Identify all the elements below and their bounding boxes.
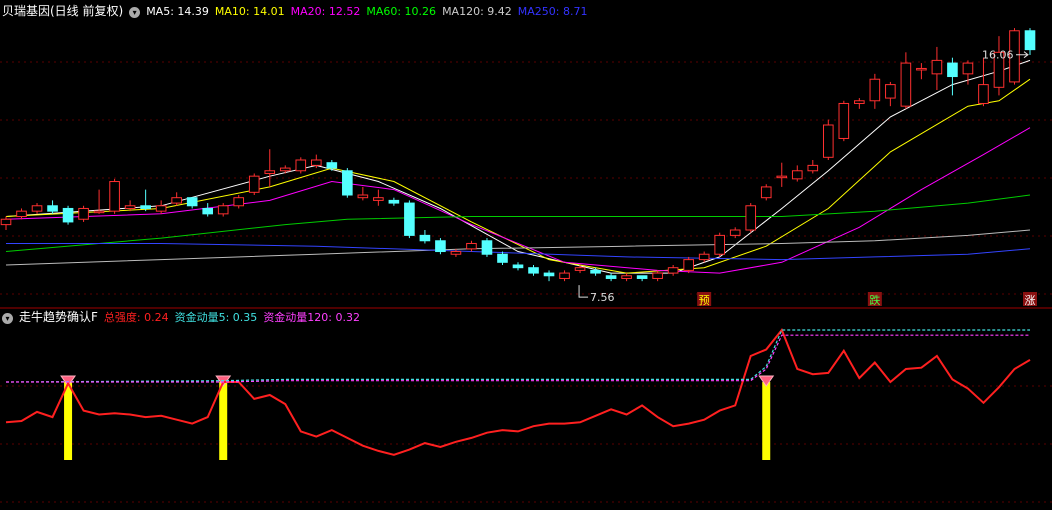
candle-41: [636, 275, 648, 282]
main-panel-header: 贝瑞基因(日线 前复权) ▾ MA5: 14.39 MA10: 14.01 MA20: …: [2, 1, 600, 21]
candle-2: [31, 203, 43, 214]
candle-59: [916, 63, 927, 80]
candle-13: [202, 203, 214, 217]
chart-grid: [0, 61, 1052, 503]
candle-58: [900, 52, 912, 109]
candle-54: [838, 100, 850, 142]
sub-panel-title: 走牛趋势确认F: [19, 310, 98, 324]
signal-badge-1: 跌: [867, 292, 882, 307]
candle-27: [419, 230, 431, 244]
candle-19: [295, 157, 307, 174]
candle-24: [373, 189, 384, 206]
high-price-label: 16.06: [982, 49, 1014, 62]
candle-46: [714, 232, 726, 257]
svg-text:跌: 跌: [869, 293, 880, 307]
ma-legend-4: MA120: 9.42: [442, 5, 512, 18]
indicator-line-1: [5, 329, 1030, 383]
candle-60: [931, 46, 943, 90]
candle-5: [78, 205, 89, 222]
low-price-label: 7.56: [590, 291, 615, 304]
price-annotations: 16.06 7.56 预 跌 涨: [578, 49, 1037, 307]
panel-menu-icon[interactable]: ▾: [129, 6, 141, 18]
ma-legend: MA5: 14.39 MA10: 14.01 MA20: 12.52 MA60: 10…: [146, 5, 593, 18]
candle-3: [47, 200, 58, 214]
low-arrow-icon: [578, 285, 589, 298]
candle-53: [822, 119, 834, 160]
indicator-line-2: [6, 334, 1030, 383]
candle-64: [993, 36, 1005, 96]
candle-29: [450, 248, 462, 257]
main-panel-title: 贝瑞基因(日线 前复权): [2, 4, 124, 18]
candle-56: [869, 73, 881, 109]
candle-10: [155, 200, 167, 214]
candle-4: [62, 205, 74, 225]
signal-bar-2: [758, 375, 775, 460]
ma-legend-2: MA20: 12.52: [290, 5, 361, 18]
candle-51: [791, 165, 803, 182]
candle-36: [559, 270, 570, 282]
candle-40: [621, 273, 632, 282]
candle-23: [357, 186, 369, 201]
signal-bar-0: [60, 375, 77, 460]
ind-legend-2: 资金动量120: 0.32: [263, 311, 361, 324]
signal-badge-2: 涨: [1023, 292, 1037, 307]
candle-48: [745, 203, 757, 233]
ma-line-ma10: [5, 78, 1031, 274]
stock-chart: 16.06 7.56 预 跌 涨: [0, 28, 1052, 503]
candle-26: [404, 200, 415, 239]
sub-panel-menu-icon[interactable]: ▾: [2, 312, 13, 324]
candle-22: [342, 168, 353, 198]
svg-text:预: 预: [699, 294, 710, 307]
ind-legend-1: 资金动量5: 0.35: [174, 311, 258, 324]
indicator-line-0: [5, 328, 1031, 456]
candle-25: [388, 197, 400, 206]
candle-9: [140, 189, 151, 212]
ma-legend-3: MA60: 10.26: [366, 5, 437, 18]
candle-28: [435, 238, 446, 255]
ma-legend-0: MA5: 14.39: [146, 5, 209, 18]
candle-50: [776, 162, 788, 187]
candle-63: [978, 57, 989, 107]
signal-badge-0: 预: [697, 292, 712, 307]
candle-31: [481, 238, 493, 257]
candle-16: [248, 173, 260, 195]
candle-14: [217, 203, 229, 217]
svg-text:涨: 涨: [1025, 294, 1036, 307]
signal-bar-1: [215, 375, 232, 460]
indicator-legend: 总强度: 0.24 资金动量5: 0.35 资金动量120: 0.32: [104, 311, 366, 324]
candle-11: [171, 192, 182, 206]
candle-44: [683, 256, 694, 274]
sub-panel-header: ▾ 走牛趋势确认F 总强度: 0.24 资金动量5: 0.35 资金动量120: 0.3…: [2, 307, 372, 327]
candle-32: [497, 251, 508, 265]
ma-line-ma120: [5, 229, 1031, 266]
ind-legend-0: 总强度: 0.24: [103, 311, 169, 324]
candle-34: [528, 265, 539, 276]
candle-43: [667, 265, 679, 276]
candle-7: [109, 178, 120, 214]
candle-42: [652, 270, 663, 282]
candle-66: [1024, 28, 1036, 55]
candle-0: [0, 216, 12, 230]
ma-legend-5: MA250: 8.71: [517, 5, 588, 18]
candle-17: [264, 149, 276, 187]
candle-57: [885, 81, 896, 107]
candle-33: [512, 262, 524, 271]
indicator-lines: [5, 328, 1031, 460]
candle-35: [543, 270, 555, 282]
candle-30: [466, 240, 477, 252]
ma-legend-1: MA10: 14.01: [214, 5, 285, 18]
candle-55: [854, 98, 865, 109]
candle-1: [16, 208, 27, 220]
candle-52: [807, 160, 819, 174]
candle-12: [186, 197, 198, 209]
candle-15: [233, 195, 245, 209]
candle-61: [947, 57, 958, 96]
candle-49: [760, 184, 772, 201]
candle-39: [605, 273, 617, 282]
